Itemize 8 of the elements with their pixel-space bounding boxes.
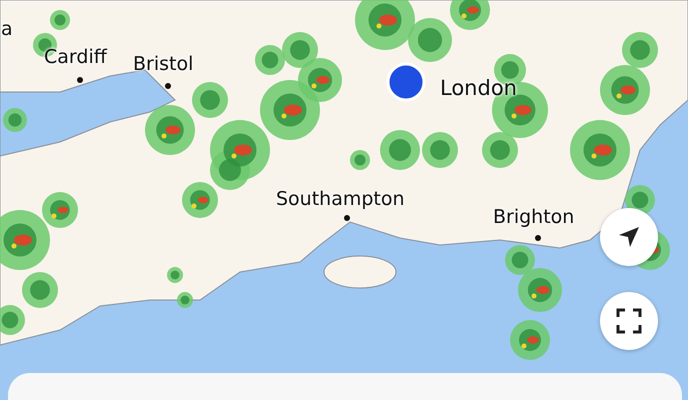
expand-icon [616, 308, 642, 334]
place-label: a [1, 18, 13, 40]
place-label: London [440, 76, 517, 100]
place-label: Bristol [133, 53, 194, 75]
place-label: Cardiff [44, 46, 107, 68]
place-label: Southampton [276, 188, 405, 210]
place-label: Brighton [493, 206, 574, 228]
arrow-icon [617, 225, 641, 249]
